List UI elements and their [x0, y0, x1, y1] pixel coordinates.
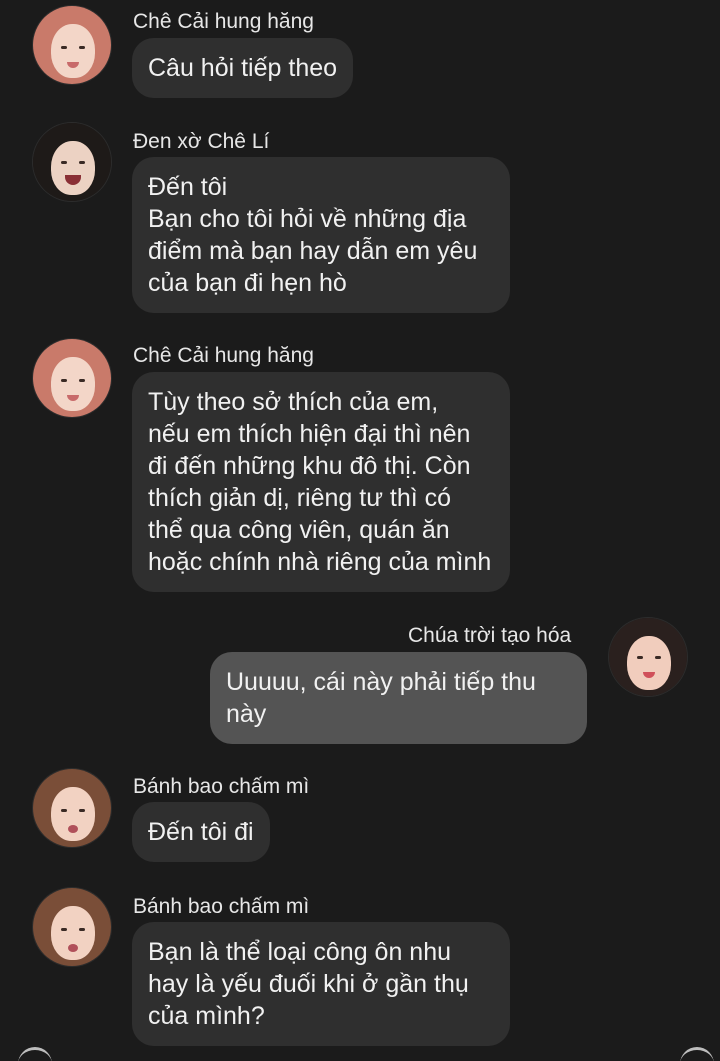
message-bubble[interactable]: Đến tôi đi — [132, 802, 270, 862]
message-text: điểm mà bạn hay dẫn em yêu — [148, 237, 478, 265]
message-text: đi đến những khu đô thị. Còn — [148, 452, 471, 480]
sender-name: Bánh bao chấm mì — [133, 775, 310, 798]
message-text: của bạn đi hẹn hò — [148, 269, 347, 297]
sender-name: Chê Cải hung hăng — [133, 10, 314, 33]
message-bubble[interactable]: Câu hỏi tiếp theo — [132, 38, 354, 98]
avatar-banh-bao[interactable] — [32, 887, 112, 967]
message-text: này — [226, 700, 267, 728]
avatar-che-cai[interactable] — [32, 5, 112, 85]
back-gesture-icon[interactable] — [18, 1047, 52, 1061]
avatar-banh-bao[interactable] — [32, 768, 112, 848]
avatar-che-cai[interactable] — [32, 338, 112, 418]
message-text: Bạn cho tôi hỏi về những địa — [148, 205, 467, 233]
message-bubble[interactable]: Tùy theo sở thích của em, nếu em thích h… — [132, 372, 510, 592]
message-text: Đến tôi — [148, 173, 228, 201]
message-text: Tùy theo sở thích của em, — [148, 388, 439, 416]
message-text: thể qua công viên, quán ăn — [148, 516, 450, 544]
share-icon[interactable] — [680, 1047, 714, 1061]
message-text: thích giản dị, riêng tư thì có — [148, 484, 452, 512]
avatar-den-xo-che-li[interactable] — [32, 122, 112, 202]
sender-name: Chê Cải hung hăng — [133, 344, 314, 367]
message-bubble[interactable]: Đến tôi Bạn cho tôi hỏi về những địa điể… — [132, 157, 510, 313]
message-text: Đến tôi đi — [148, 818, 254, 846]
sender-name: Đen xờ Chê Lí — [133, 130, 270, 153]
message-bubble[interactable]: Bạn là thể loại công ôn nhu hay là yếu đ… — [132, 922, 510, 1046]
message-bubble[interactable]: Uuuuu, cái này phải tiếp thu này — [210, 652, 587, 744]
avatar-chua-troi-tao-hoa[interactable] — [608, 617, 688, 697]
message-text: Bạn là thể loại công ôn nhu — [148, 938, 452, 966]
chat-thread[interactable]: Chê Cải hung hăng Câu hỏi tiếp theo Đen … — [0, 0, 720, 1061]
message-text: của mình? — [148, 1002, 265, 1030]
message-text: nếu em thích hiện đại thì nên — [148, 420, 471, 448]
sender-name: Chúa trời tạo hóa — [408, 624, 572, 647]
sender-name: Bánh bao chấm mì — [133, 895, 310, 918]
message-text: Câu hỏi tiếp theo — [148, 54, 338, 82]
message-text: hoặc chính nhà riêng của mình — [148, 548, 492, 576]
message-text: Uuuuu, cái này phải tiếp thu — [226, 668, 536, 696]
message-text: hay là yếu đuối khi ở gần thụ — [148, 970, 469, 998]
